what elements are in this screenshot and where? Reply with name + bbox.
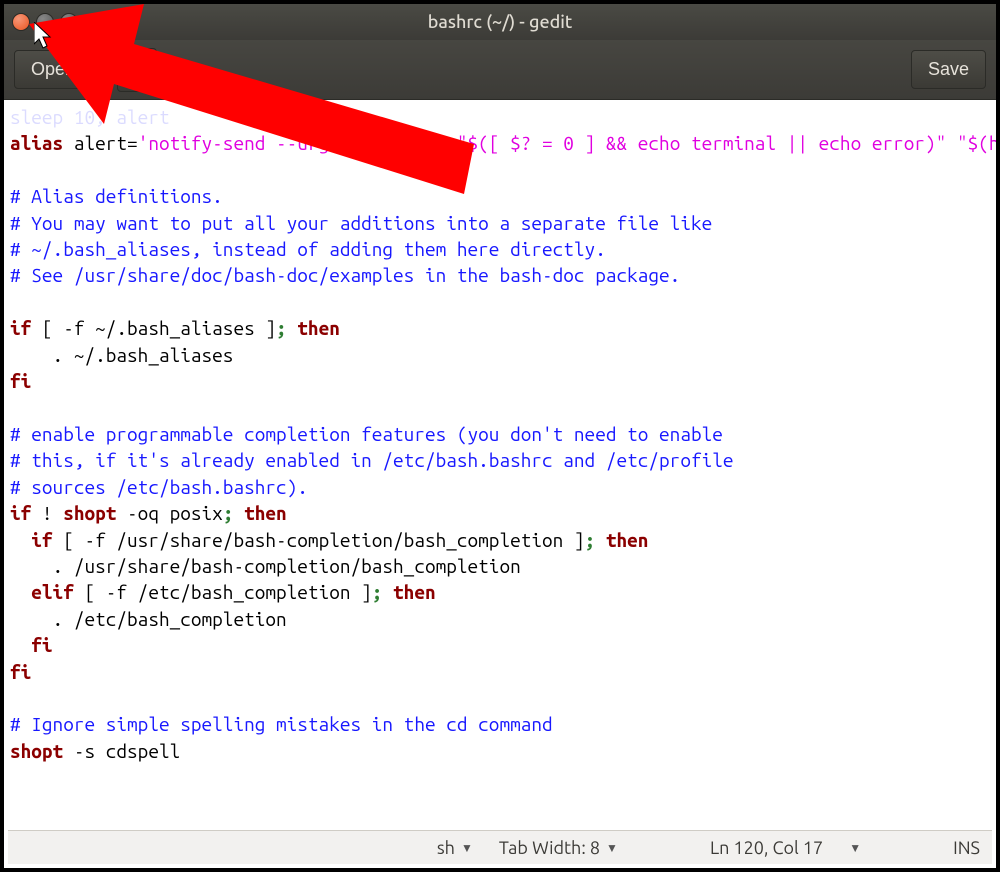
save-button-label: Save	[928, 59, 969, 79]
chevron-down-icon: ▼	[606, 841, 618, 855]
close-window-button[interactable]	[12, 13, 30, 31]
code-text: [ -f /etc/bash_completion ]	[74, 581, 372, 603]
save-button[interactable]: Save	[911, 50, 986, 89]
chevron-down-icon: ▼	[80, 64, 92, 78]
language-mode-label: sh	[437, 838, 455, 858]
chevron-down-icon: ▼	[461, 841, 473, 855]
code-text: . /etc/bash_completion	[10, 608, 287, 630]
title-bar: bashrc (~/) - gedit	[4, 4, 996, 40]
code-text: . ~/.bash_aliases	[10, 344, 233, 366]
code-text: shopt	[10, 740, 63, 762]
code-text: then	[287, 317, 340, 339]
code-text: . /usr/share/bash-completion/bash_comple…	[10, 555, 521, 577]
code-comment: # Ignore simple spelling mistakes in the…	[10, 713, 553, 735]
code-comment: # You may want to put all your additions…	[10, 212, 712, 234]
new-tab-icon: ⿻	[128, 61, 146, 81]
code-text: alert=	[63, 132, 137, 154]
window-title: bashrc (~/) - gedit	[428, 12, 573, 32]
code-text: sleep 10; alert	[10, 106, 170, 128]
minimize-window-button[interactable]	[36, 13, 54, 31]
insert-mode-indicator[interactable]: INS	[953, 838, 980, 858]
maximize-window-button[interactable]	[60, 13, 78, 31]
toolbar: Open ▼ ⿻ Save	[4, 40, 996, 100]
code-text: then	[595, 529, 648, 551]
code-text: -oq posix	[116, 502, 222, 524]
chevron-down-icon: ▼	[849, 841, 861, 855]
code-text: alias	[10, 132, 63, 154]
window-controls	[12, 13, 78, 31]
code-text: then	[233, 502, 286, 524]
code-text: if	[31, 529, 52, 551]
language-mode-selector[interactable]: sh ▼	[437, 838, 473, 858]
new-tab-button[interactable]: ⿻	[117, 48, 157, 92]
code-text: [ -f /usr/share/bash-completion/bash_com…	[53, 529, 585, 551]
code-comment: # See /usr/share/doc/bash-doc/examples i…	[10, 264, 680, 286]
text-editor[interactable]: sleep 10; alert alias alert='notify-send…	[4, 100, 996, 830]
code-comment: # sources /etc/bash.bashrc).	[10, 476, 308, 498]
code-text: if	[10, 502, 31, 524]
cursor-position-label: Ln 120, Col 17	[710, 838, 823, 858]
code-text: ;	[276, 317, 287, 339]
tab-width-label: Tab Width: 8	[499, 838, 600, 858]
status-bar: sh ▼ Tab Width: 8 ▼ Ln 120, Col 17 ▼ INS	[8, 830, 992, 864]
cursor-position[interactable]: Ln 120, Col 17	[710, 838, 823, 858]
code-text: fi	[10, 370, 31, 392]
code-comment: # Alias definitions.	[10, 185, 223, 207]
code-text: ;	[372, 581, 383, 603]
tab-width-selector[interactable]: Tab Width: 8 ▼	[499, 838, 618, 858]
code-text: shopt	[63, 502, 116, 524]
code-text: ;	[223, 502, 234, 524]
code-text	[10, 529, 31, 551]
code-comment: # ~/.bash_aliases, instead of adding the…	[10, 238, 606, 260]
code-text: 'notify-send --urgency=low -i "$([ $? = …	[138, 132, 996, 154]
code-text: fi	[10, 634, 53, 656]
code-text: then	[382, 581, 435, 603]
code-text: if	[10, 317, 31, 339]
code-text: !	[31, 502, 63, 524]
code-text	[10, 581, 31, 603]
code-text: elif	[31, 581, 74, 603]
insert-mode-label: INS	[953, 838, 980, 858]
code-text: [ -f ~/.bash_aliases ]	[31, 317, 276, 339]
code-comment: # this, if it's already enabled in /etc/…	[10, 449, 734, 471]
code-comment: # enable programmable completion feature…	[10, 423, 723, 445]
open-button-label: Open	[31, 59, 75, 79]
code-text: ;	[585, 529, 596, 551]
open-button[interactable]: Open ▼	[14, 50, 109, 89]
code-text: -s cdspell	[63, 740, 180, 762]
code-text: fi	[10, 661, 31, 683]
